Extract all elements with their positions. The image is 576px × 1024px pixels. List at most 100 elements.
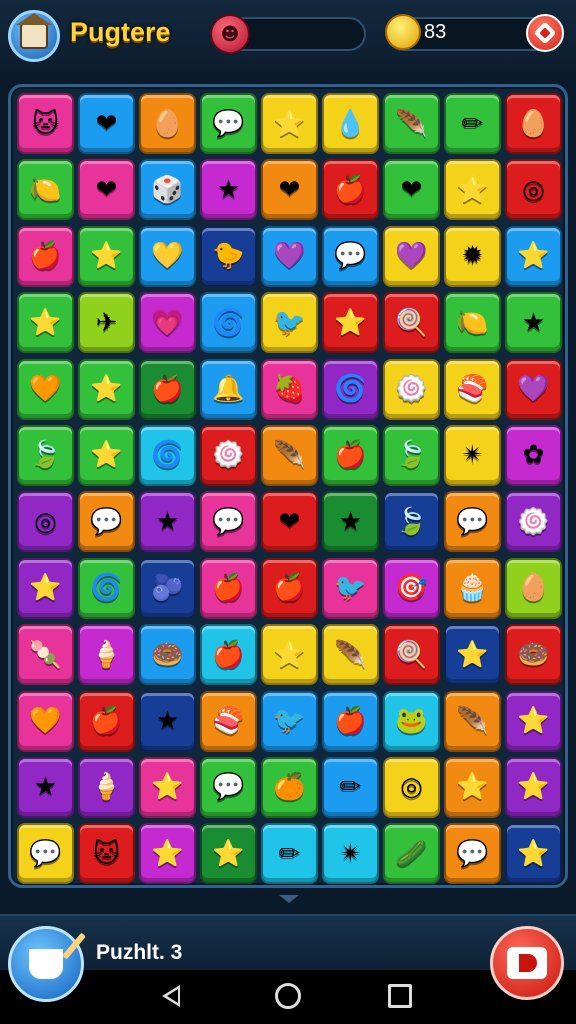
stop-button[interactable] xyxy=(490,926,564,1000)
tile-r0-c0[interactable]: 🐱 xyxy=(17,93,74,154)
tile-r2-c6[interactable]: 💜 xyxy=(383,225,440,287)
tile-r3-c2[interactable]: 💗 xyxy=(139,292,196,354)
tile-r6-c0[interactable]: ◎ xyxy=(17,491,74,553)
tile-r8-c3[interactable]: 🍎 xyxy=(200,624,257,686)
recent-apps-icon[interactable] xyxy=(388,984,412,1008)
tile-r3-c4[interactable]: 🐦 xyxy=(261,292,318,354)
tile-r11-c2[interactable]: ⭐ xyxy=(139,823,196,885)
tile-r3-c0[interactable]: ⭐ xyxy=(17,292,74,354)
tile-r5-c0[interactable]: 🍃 xyxy=(17,424,74,486)
tile-r4-c7[interactable]: 🍣 xyxy=(444,358,501,420)
tile-r2-c3[interactable]: 🐤 xyxy=(200,225,257,287)
tile-r7-c4[interactable]: 🍎 xyxy=(261,557,318,619)
tile-r2-c7[interactable]: ✹ xyxy=(444,225,501,287)
tile-r8-c2[interactable]: 🍩 xyxy=(139,624,196,686)
tile-r0-c3[interactable]: 💬 xyxy=(200,93,257,154)
tile-r6-c3[interactable]: 💬 xyxy=(200,491,257,553)
tile-r4-c0[interactable]: 🧡 xyxy=(17,358,74,420)
tile-r4-c5[interactable]: 🌀 xyxy=(322,358,379,420)
tile-r10-c3[interactable]: 💬 xyxy=(200,756,257,818)
tile-r3-c7[interactable]: 🍋 xyxy=(444,292,501,354)
tile-r8-c0[interactable]: 🍡 xyxy=(17,624,74,686)
tile-r4-c3[interactable]: 🔔 xyxy=(200,358,257,420)
tile-r1-c4[interactable]: ❤ xyxy=(261,159,318,221)
tile-r2-c8[interactable]: ⭐ xyxy=(505,225,562,287)
tile-r1-c0[interactable]: 🍋 xyxy=(17,159,74,221)
tile-r1-c7[interactable]: ⭐ xyxy=(444,159,501,221)
tile-r5-c7[interactable]: ✴ xyxy=(444,424,501,486)
tile-r11-c6[interactable]: 🥒 xyxy=(383,823,440,885)
tile-r9-c8[interactable]: ⭐ xyxy=(505,690,562,752)
tile-r11-c3[interactable]: ⭐ xyxy=(200,823,257,885)
tile-r9-c6[interactable]: 🐸 xyxy=(383,690,440,752)
tile-r9-c5[interactable]: 🍎 xyxy=(322,690,379,752)
tile-r4-c8[interactable]: 💜 xyxy=(505,358,562,420)
tile-r9-c0[interactable]: 🧡 xyxy=(17,690,74,752)
tile-r10-c5[interactable]: ✏ xyxy=(322,756,379,818)
tile-r1-c2[interactable]: 🎲 xyxy=(139,159,196,221)
tile-r6-c2[interactable]: ★ xyxy=(139,491,196,553)
tile-r4-c2[interactable]: 🍎 xyxy=(139,358,196,420)
tile-r6-c7[interactable]: 💬 xyxy=(444,491,501,553)
tile-r7-c2[interactable]: 🫐 xyxy=(139,557,196,619)
tile-r6-c8[interactable]: 🍥 xyxy=(505,491,562,553)
tile-r5-c6[interactable]: 🍃 xyxy=(383,424,440,486)
tile-r11-c4[interactable]: ✏ xyxy=(261,823,318,885)
tile-r8-c4[interactable]: ⭐ xyxy=(261,624,318,686)
tile-r9-c7[interactable]: 🪶 xyxy=(444,690,501,752)
tile-r0-c6[interactable]: 🪶 xyxy=(383,93,440,154)
tile-r9-c1[interactable]: 🍎 xyxy=(78,690,135,752)
tile-r8-c6[interactable]: 🍭 xyxy=(383,624,440,686)
tile-r9-c3[interactable]: 🍣 xyxy=(200,690,257,752)
tile-r7-c6[interactable]: 🎯 xyxy=(383,557,440,619)
tile-r11-c7[interactable]: 💬 xyxy=(444,823,501,885)
tile-r4-c6[interactable]: 🍥 xyxy=(383,358,440,420)
tile-r6-c5[interactable]: ★ xyxy=(322,491,379,553)
tile-r4-c4[interactable]: 🍓 xyxy=(261,358,318,420)
tile-r5-c1[interactable]: ⭐ xyxy=(78,424,135,486)
tile-r8-c7[interactable]: ⭐ xyxy=(444,624,501,686)
tile-r3-c8[interactable]: ★ xyxy=(505,292,562,354)
tile-r10-c0[interactable]: ★ xyxy=(17,756,74,818)
tile-r9-c4[interactable]: 🐦 xyxy=(261,690,318,752)
tile-r7-c3[interactable]: 🍎 xyxy=(200,557,257,619)
tile-r7-c1[interactable]: 🌀 xyxy=(78,557,135,619)
tile-r2-c4[interactable]: 💜 xyxy=(261,225,318,287)
tile-r11-c1[interactable]: 🐱 xyxy=(78,823,135,885)
tile-r0-c7[interactable]: ✏ xyxy=(444,93,501,154)
tile-r11-c0[interactable]: 💬 xyxy=(17,823,74,885)
tile-r2-c5[interactable]: 💬 xyxy=(322,225,379,287)
hint-button[interactable] xyxy=(8,926,84,1002)
tile-r7-c5[interactable]: 🐦 xyxy=(322,557,379,619)
tile-r8-c1[interactable]: 🍦 xyxy=(78,624,135,686)
tile-r10-c1[interactable]: 🍦 xyxy=(78,756,135,818)
tile-r2-c1[interactable]: ⭐ xyxy=(78,225,135,287)
tile-r1-c8[interactable]: ◎ xyxy=(505,159,562,221)
tile-r2-c0[interactable]: 🍎 xyxy=(17,225,74,287)
tile-r5-c5[interactable]: 🍎 xyxy=(322,424,379,486)
tile-r10-c4[interactable]: 🍊 xyxy=(261,756,318,818)
tile-r0-c5[interactable]: 💧 xyxy=(322,93,379,154)
tile-r5-c3[interactable]: 🍥 xyxy=(200,424,257,486)
tile-r1-c3[interactable]: ★ xyxy=(200,159,257,221)
home-icon[interactable] xyxy=(275,983,301,1009)
tile-r11-c8[interactable]: ⭐ xyxy=(505,823,562,885)
back-icon[interactable] xyxy=(162,985,180,1007)
tile-r3-c5[interactable]: ⭐ xyxy=(322,292,379,354)
tile-r7-c8[interactable]: 🥚 xyxy=(505,557,562,619)
tile-r1-c6[interactable]: ❤ xyxy=(383,159,440,221)
tile-r1-c5[interactable]: 🍎 xyxy=(322,159,379,221)
tile-r6-c4[interactable]: ❤ xyxy=(261,491,318,553)
tile-r6-c1[interactable]: 💬 xyxy=(78,491,135,553)
tile-r11-c5[interactable]: ✴ xyxy=(322,823,379,885)
tile-r0-c1[interactable]: ❤ xyxy=(78,93,135,154)
tile-r5-c8[interactable]: ✿ xyxy=(505,424,562,486)
add-coins-button[interactable] xyxy=(526,14,564,52)
tile-r10-c6[interactable]: ◎ xyxy=(383,756,440,818)
tile-r3-c3[interactable]: 🌀 xyxy=(200,292,257,354)
tile-r2-c2[interactable]: 💛 xyxy=(139,225,196,287)
tile-r10-c2[interactable]: ⭐ xyxy=(139,756,196,818)
tile-r10-c8[interactable]: ⭐ xyxy=(505,756,562,818)
tile-r8-c5[interactable]: 🪶 xyxy=(322,624,379,686)
tile-r7-c0[interactable]: ⭐ xyxy=(17,557,74,619)
